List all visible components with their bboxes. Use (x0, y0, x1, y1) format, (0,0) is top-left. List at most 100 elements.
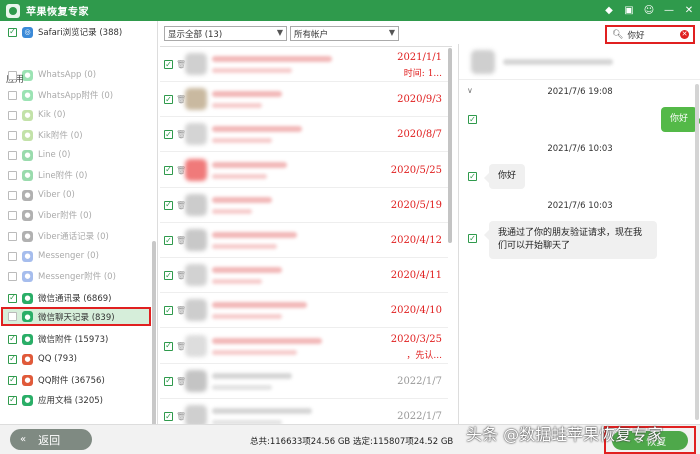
checkbox[interactable] (8, 130, 17, 140)
search-input[interactable] (627, 29, 682, 40)
conversation-snippet: 时间: 1... (403, 69, 442, 79)
checkbox[interactable] (8, 190, 17, 200)
conversation-row[interactable]: 🗑︎2020/3/25，先认... (160, 329, 448, 364)
sidebar-item-wechat-contacts[interactable]: ● 微信通讯录 (6869) (8, 290, 150, 306)
sidebar-item-messenger-attach[interactable]: ● Messenger附件 (0) (8, 268, 150, 284)
sidebar-item-whatsapp-attach[interactable]: ● WhatsApp附件 (0) (8, 87, 150, 103)
checkbox[interactable] (8, 210, 17, 220)
checkbox[interactable] (8, 271, 17, 281)
conversation-row[interactable]: 🗑︎2020/4/12 (160, 223, 448, 258)
conversation-preview-blurred (212, 138, 272, 144)
sidebar-item-line[interactable]: ● Line (0) (8, 147, 150, 163)
back-button[interactable]: « 返回 (10, 429, 92, 450)
sidebar-item-messenger[interactable]: ● Messenger (0) (8, 248, 150, 264)
conversation-checkbox[interactable] (164, 341, 173, 351)
checkbox[interactable] (8, 90, 17, 100)
conversation-name-blurred (212, 337, 322, 344)
conversation-row[interactable]: 🗑︎2020/4/10 (160, 293, 448, 329)
conversation-checkbox[interactable] (164, 306, 173, 316)
checkbox[interactable] (8, 170, 17, 180)
conversation-checkbox[interactable] (164, 376, 173, 386)
conversation-checkbox[interactable] (164, 60, 173, 69)
checkbox[interactable] (8, 251, 17, 261)
conversation-row[interactable]: 🗑︎2020/5/25 (160, 153, 448, 188)
checkbox[interactable] (8, 395, 17, 405)
account-filter-select[interactable]: 所有帐户 ▼ (290, 26, 399, 41)
checkbox[interactable] (8, 27, 17, 37)
chat-icon[interactable]: ▣ (622, 3, 636, 17)
sidebar-item-viber-call[interactable]: ● Viber通话记录 (0) (8, 228, 150, 244)
conversation-preview-blurred (212, 279, 262, 285)
message-checkbox[interactable] (468, 234, 477, 243)
checkbox[interactable] (8, 375, 17, 385)
close-icon[interactable]: ✕ (682, 3, 696, 17)
conversation-date: 2021/1/1 (397, 52, 442, 63)
conversation-row[interactable]: 🗑︎2020/8/7 (160, 117, 448, 153)
checkbox[interactable] (8, 110, 17, 120)
conversation-checkbox[interactable] (164, 412, 173, 421)
conversation-name-blurred (212, 91, 282, 98)
conversation-row[interactable]: 🗑︎2022/1/7 (160, 364, 448, 399)
viber-attach-icon: ● (22, 209, 33, 221)
conversation-row[interactable]: 🗑︎2021/1/1时间: 1... (160, 47, 448, 82)
kik-icon: ● (22, 109, 33, 121)
list-scrollbar[interactable] (448, 48, 452, 243)
account-filter-value: 所有帐户 (294, 29, 329, 40)
sidebar-item-safari-history[interactable]: ◎ Safari浏览记录 (388) (8, 24, 150, 40)
conversation-row[interactable]: 🗑︎2020/4/11 (160, 258, 448, 294)
conversation-avatar (185, 88, 207, 111)
checkbox[interactable] (8, 293, 17, 303)
whatsapp-attach-icon: ● (22, 89, 33, 101)
search-box[interactable]: 🔍︎ ✕ (605, 25, 695, 44)
checkbox[interactable] (8, 70, 17, 80)
qq-icon: ● (22, 353, 33, 365)
sidebar-item-kik-attach[interactable]: ● Kik附件 (0) (8, 127, 150, 143)
conversation-checkbox[interactable] (164, 130, 173, 140)
checkbox[interactable] (8, 231, 17, 241)
minimize-icon[interactable]: — (662, 3, 676, 17)
sidebar-item-label: WhatsApp (0) (38, 70, 97, 80)
sidebar-item-app-docs[interactable]: ● 应用文档 (3205) (8, 392, 150, 408)
titlebar-controls: ◆ ▣ ☺ — ✕ (602, 3, 696, 17)
conversation-checkbox[interactable] (164, 271, 173, 281)
conversation-name-blurred (212, 408, 312, 414)
message-checkbox[interactable] (468, 172, 477, 181)
message-bubble-incoming: 你好 (483, 164, 526, 189)
checkbox[interactable] (8, 354, 17, 364)
sidebar-item-label: Viber通话记录 (0) (38, 232, 109, 242)
sidebar-item-viber-attach[interactable]: ● Viber附件 (0) (8, 207, 150, 223)
show-filter-select[interactable]: 显示全部 (13) ▼ (164, 26, 287, 41)
sidebar-item-qq[interactable]: ● QQ (793) (8, 351, 150, 367)
feedback-icon[interactable]: ☺ (642, 3, 656, 17)
conversation-checkbox[interactable] (164, 200, 173, 210)
sidebar-item-label: Kik (0) (38, 110, 66, 120)
sidebar-item-line-attach[interactable]: ● Line附件 (0) (8, 167, 150, 183)
sidebar-item-label: 应用文档 (3205) (38, 396, 103, 406)
conversation-row[interactable]: 🗑︎2020/5/19 (160, 188, 448, 223)
conversation-avatar (185, 334, 207, 357)
checkbox[interactable] (8, 150, 17, 160)
sidebar-item-kik[interactable]: ● Kik (0) (8, 107, 150, 123)
contact-avatar (471, 50, 495, 74)
conversation-checkbox[interactable] (164, 95, 173, 105)
conversation-name-blurred (212, 161, 287, 168)
sidebar-item-viber[interactable]: ● Viber (0) (8, 187, 150, 203)
sidebar-item-wechat-chat[interactable]: ● 微信聊天记录 (839) (1, 307, 151, 326)
sidebar-scrollbar[interactable] (152, 241, 156, 437)
diamond-icon[interactable]: ◆ (602, 3, 616, 17)
checkbox[interactable] (8, 334, 17, 344)
chat-scrollbar[interactable] (695, 84, 699, 420)
conversation-row[interactable]: 🗑︎2020/9/3 (160, 82, 448, 118)
conversation-preview-blurred (212, 314, 282, 320)
line-attach-icon: ● (22, 169, 33, 181)
sidebar-item-wechat-attach[interactable]: ● 微信附件 (15973) (8, 331, 150, 347)
sidebar-item-label: Messenger (0) (38, 251, 99, 261)
conversation-checkbox[interactable] (164, 236, 173, 245)
sidebar-item-qq-attach[interactable]: ● QQ附件 (36756) (8, 372, 150, 388)
message-checkbox[interactable] (468, 115, 477, 124)
checkbox[interactable] (8, 312, 17, 321)
conversation-checkbox[interactable] (164, 165, 173, 175)
clear-search-icon[interactable]: ✕ (680, 30, 689, 39)
sidebar-item-whatsapp[interactable]: ● WhatsApp (0) (8, 67, 150, 83)
sidebar-item-label: 微信通讯录 (6869) (38, 294, 112, 304)
